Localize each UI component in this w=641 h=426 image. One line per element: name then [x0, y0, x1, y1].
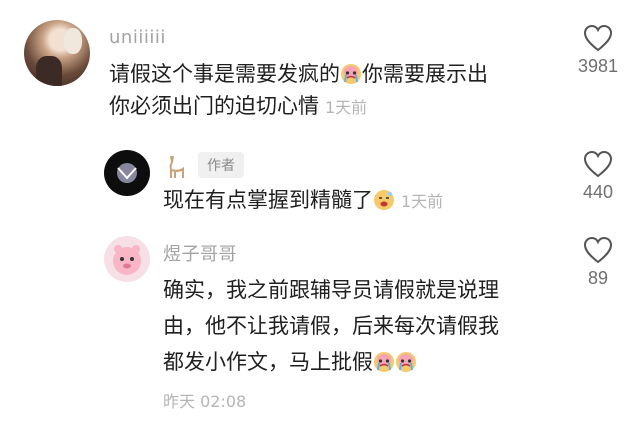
comment-1: uniiiiii 请假这个事是需要发疯的 你需要展示出 你必须出门的迫切心情 1天前…: [0, 0, 641, 140]
comment-timestamp: 1天前: [325, 98, 368, 117]
comment-text-part: 都发小作文，马上批假: [163, 350, 373, 374]
avatar[interactable]: [24, 20, 90, 86]
author-badge: 作者: [198, 152, 244, 178]
crying-face-emoji-icon: [396, 352, 416, 372]
like-button[interactable]: 3981: [563, 24, 633, 77]
comment-line: 确实，我之前跟辅导员请假就是说理: [163, 278, 499, 302]
avatar-image: [117, 163, 137, 183]
comment-line: 由，他不让我请假，后来每次请假我: [163, 314, 499, 338]
sweat-smile-emoji-icon: [374, 190, 394, 210]
comment-text: 确实，我之前跟辅导员请假就是说理 由，他不让我请假，后来每次请假我 都发小作文，…: [163, 272, 583, 380]
llama-icon: [169, 155, 184, 178]
comment-text: 请假这个事是需要发疯的 你需要展示出 你必须出门的迫切心情 1天前: [109, 58, 579, 124]
heart-outline-icon: [583, 24, 613, 52]
like-count: 440: [582, 182, 614, 202]
like-count: 89: [587, 268, 609, 288]
comment-line: 都发小作文，马上批假: [163, 344, 583, 380]
comment-text-part: 现在有点掌握到精髓了: [163, 188, 373, 212]
comment-text-part: 请假这个事是需要发疯的: [109, 62, 340, 86]
comment-text: 现在有点掌握到精髓了 1天前: [163, 184, 583, 218]
comment-username[interactable]: 煜子哥哥: [163, 240, 237, 266]
crying-face-emoji-icon: [341, 64, 361, 84]
like-button[interactable]: 440: [563, 150, 633, 203]
comment-text-part: 你必须出门的迫切心情: [109, 94, 319, 118]
comment-timestamp: 1天前: [401, 192, 444, 211]
heart-outline-icon: [583, 236, 613, 264]
comment-text-part: 你需要展示出: [362, 62, 488, 86]
avatar[interactable]: [104, 150, 150, 196]
like-button[interactable]: 89: [563, 236, 633, 289]
avatar[interactable]: [104, 236, 150, 282]
comment-timestamp: 昨天 02:08: [163, 392, 247, 411]
like-count: 3981: [577, 56, 619, 76]
comment-username[interactable]: uniiiiii: [109, 27, 166, 48]
crying-face-emoji-icon: [374, 352, 394, 372]
heart-outline-icon: [583, 150, 613, 178]
avatar-image: [113, 245, 141, 275]
comment-line: 你必须出门的迫切心情 1天前: [109, 90, 579, 124]
comment-line: 请假这个事是需要发疯的 你需要展示出: [109, 58, 579, 90]
comment-3: 煜子哥哥 确实，我之前跟辅导员请假就是说理 由，他不让我请假，后来每次请假我 都…: [0, 230, 641, 426]
comment-2: 作者 现在有点掌握到精髓了 1天前 440: [0, 140, 641, 230]
